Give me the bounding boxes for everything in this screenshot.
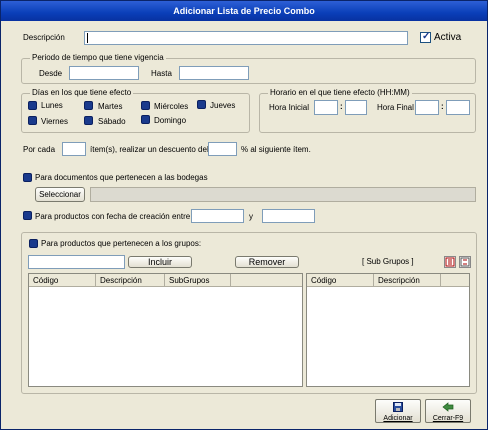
seleccionar-button[interactable]: Seleccionar [35, 187, 85, 202]
horario-group: Horario en el que tiene efecto (HH:MM) [259, 88, 476, 133]
desde-label: Desde [39, 69, 63, 78]
desde-input[interactable] [69, 66, 139, 80]
dialog-window: Adicionar Lista de Precio Combo Descripc… [0, 0, 488, 430]
por-cada-input[interactable] [62, 142, 86, 156]
subgrupos-grid-header: Código Descripción [307, 274, 469, 287]
activa-label: Activa [434, 32, 462, 43]
miercoles-label: Miércoles [154, 102, 189, 111]
title-bar[interactable]: Adicionar Lista de Precio Combo [1, 1, 487, 21]
col-codigo[interactable]: Código [29, 274, 96, 287]
hora-final-label: Hora Final [377, 103, 414, 112]
descripcion-label: Descripción [23, 33, 65, 42]
exit-icon [442, 402, 454, 412]
domingo-label: Domingo [154, 116, 187, 125]
remover-button[interactable]: Remover [235, 256, 299, 268]
hora-final-hh-input[interactable] [415, 100, 439, 115]
col-descripcion[interactable]: Descripción [96, 274, 165, 287]
martes-label: Martes [98, 102, 123, 111]
col-sub-descripcion[interactable]: Descripción [374, 274, 441, 287]
jueves-label: Jueves [210, 101, 236, 110]
adicionar-button[interactable]: Adicionar [375, 399, 421, 423]
hora-final-sep: : [441, 102, 444, 111]
por-cada-label: Por cada [23, 145, 56, 154]
activa-checkbox[interactable] [420, 31, 431, 43]
domingo-checkbox[interactable] [141, 115, 150, 124]
sub-grupos-label: [ Sub Grupos ] [362, 257, 414, 266]
items-descuento-label: ítem(s), realizar un descuento del [90, 145, 209, 154]
hora-final-mm-input[interactable] [446, 100, 470, 115]
porcentaje-label: % al siguiente ítem. [241, 145, 311, 154]
hora-inicial-hh-input[interactable] [314, 100, 338, 115]
hora-inicial-sep: : [340, 102, 343, 111]
grupos-checkbox[interactable] [29, 239, 38, 248]
grupos-label: Para productos que pertenecen a los grup… [41, 239, 202, 248]
fecha-checkbox[interactable] [23, 211, 32, 220]
sabado-checkbox[interactable] [84, 116, 93, 125]
cerrar-label: Cerrar-F9 [432, 415, 464, 422]
dias-group: Días en los que tiene efecto [21, 88, 250, 133]
hora-inicial-label: Hora Inicial [269, 103, 310, 112]
fecha-label: Para productos con fecha de creación ent… [35, 212, 191, 221]
hasta-input[interactable] [179, 66, 249, 80]
miercoles-checkbox[interactable] [141, 101, 150, 110]
bodegas-label: Para documentos que pertenecen a las bod… [35, 173, 208, 182]
incluir-button[interactable]: Incluir [128, 256, 192, 268]
lunes-label: Lunes [41, 101, 63, 110]
fecha-hasta-input[interactable] [262, 209, 315, 223]
grupos-grid-header: Código Descripción SubGrupos [29, 274, 302, 287]
collapse-subgrupos-icon[interactable] [459, 256, 471, 268]
bodegas-checkbox[interactable] [23, 173, 32, 182]
cerrar-button[interactable]: Cerrar-F9 [425, 399, 471, 423]
descripcion-input[interactable] [84, 31, 408, 45]
bodegas-display [90, 187, 476, 202]
periodo-title: Periodo de tiempo que tiene vigencia [30, 53, 166, 63]
grupos-grid[interactable]: Código Descripción SubGrupos [28, 273, 303, 387]
viernes-label: Viernes [41, 117, 68, 126]
window-title: Adicionar Lista de Precio Combo [173, 6, 315, 16]
subgrupos-grid[interactable]: Código Descripción [306, 273, 470, 387]
fecha-y-label: y [249, 212, 253, 221]
expand-subgrupos-icon[interactable] [444, 256, 456, 268]
hasta-label: Hasta [151, 69, 172, 78]
lunes-checkbox[interactable] [28, 101, 37, 110]
dias-title: Días en los que tiene efecto [30, 88, 134, 98]
martes-checkbox[interactable] [84, 101, 93, 110]
col-subgrupos[interactable]: SubGrupos [165, 274, 231, 287]
col-sub-codigo[interactable]: Código [307, 274, 374, 287]
save-icon [393, 402, 403, 412]
fecha-desde-input[interactable] [191, 209, 244, 223]
hora-inicial-mm-input[interactable] [345, 100, 367, 115]
viernes-checkbox[interactable] [28, 116, 37, 125]
grupo-input[interactable] [28, 255, 125, 269]
horario-title: Horario en el que tiene efecto (HH:MM) [268, 88, 412, 98]
adicionar-label: Adicionar [383, 415, 413, 422]
sabado-label: Sábado [98, 117, 126, 126]
jueves-checkbox[interactable] [197, 100, 206, 109]
descuento-input[interactable] [208, 142, 237, 156]
